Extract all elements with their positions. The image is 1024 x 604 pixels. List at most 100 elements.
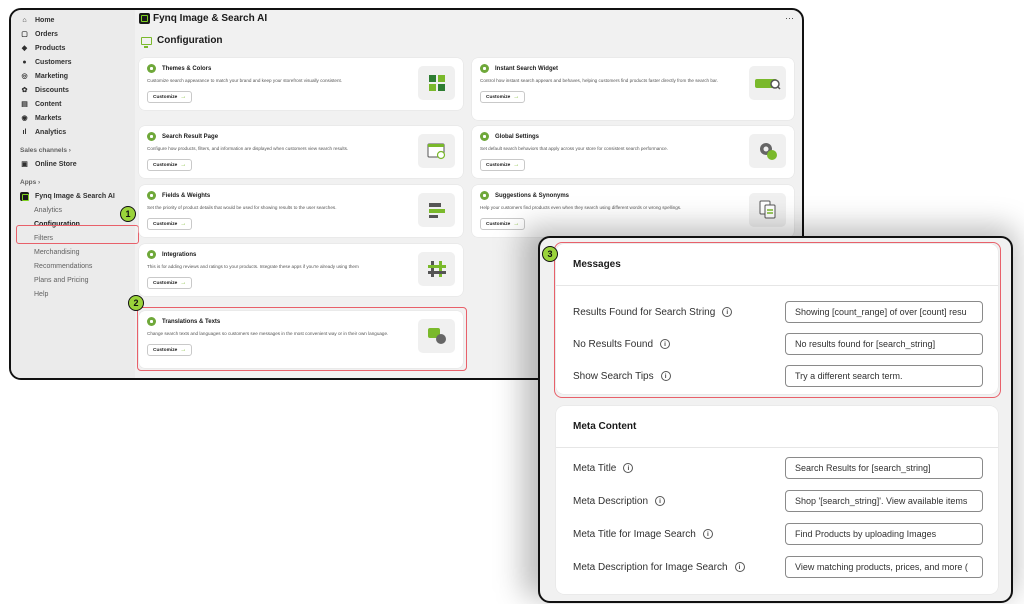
sidebar-item-label: Online Store — [35, 160, 77, 168]
card-instant-search-widget: Instant Search Widget Control how instan… — [472, 58, 794, 120]
app-logo-icon — [139, 13, 150, 24]
meta-content-section: Meta Content Meta Title i Search Results … — [556, 406, 998, 594]
arrow-right-icon: → — [180, 221, 187, 227]
palette-icon — [147, 64, 156, 73]
customize-button[interactable]: Customize → — [480, 218, 526, 230]
page-title: Configuration — [141, 35, 223, 48]
arrow-right-icon: → — [180, 94, 187, 100]
customize-button[interactable]: Customize → — [147, 91, 193, 103]
discounts-icon: ✿ — [21, 87, 28, 94]
widget-icon — [480, 64, 489, 73]
orders-icon: ▢ — [21, 31, 28, 38]
sidebar-item-online-store[interactable]: ▣ Online Store — [11, 157, 135, 171]
meta-title-image-input[interactable]: Find Products by uploading Images — [785, 523, 983, 545]
sidebar: ⌂ Home ▢ Orders ◆ Products ● Customers ◎ Mark… — [11, 10, 135, 378]
card-fields-weights: Fields & Weights Set the priority of pro… — [139, 185, 463, 237]
arrow-right-icon: → — [180, 162, 187, 168]
sidebar-item-marketing[interactable]: ◎ Marketing — [11, 69, 135, 83]
customize-button[interactable]: Customize → — [480, 159, 526, 171]
callout-badge-3: 3 — [542, 246, 558, 262]
weights-icon — [147, 191, 156, 200]
sidebar-sub-recommendations[interactable]: Recommendations — [11, 259, 135, 273]
sidebar-sub-plans-pricing[interactable]: Plans and Pricing — [11, 273, 135, 287]
app-title: Fynq Image & Search AI — [153, 13, 268, 24]
arrow-right-icon: → — [513, 221, 520, 227]
customers-icon: ● — [22, 58, 27, 66]
chevron-right-icon: › — [66, 147, 71, 154]
callout-badge-1: 1 — [120, 206, 136, 222]
products-icon: ◆ — [21, 45, 28, 52]
meta-row: Meta Title for Image Search i Find Produc… — [573, 522, 983, 546]
sidebar-item-content[interactable]: ▤ Content — [11, 97, 135, 111]
chevron-right-icon: › — [36, 179, 41, 186]
marketing-icon: ◎ — [21, 73, 28, 80]
content-icon: ▤ — [21, 101, 28, 108]
meta-row: Meta Description for Image Search i View … — [573, 555, 983, 579]
field-label: Meta Description — [573, 495, 649, 507]
sidebar-sub-merchandising[interactable]: Merchandising — [11, 245, 135, 259]
arrow-right-icon: → — [513, 162, 520, 168]
field-label: Meta Title for Image Search — [573, 528, 696, 540]
info-icon[interactable]: i — [655, 496, 666, 506]
meta-content-heading: Meta Content — [556, 406, 998, 448]
sidebar-item-label: Discounts — [35, 86, 69, 94]
field-label: Meta Description for Image Search — [573, 561, 728, 573]
sidebar-item-orders[interactable]: ▢ Orders — [11, 27, 135, 41]
card-themes-colors: Themes & Colors Customize search appeara… — [139, 58, 463, 110]
customize-button[interactable]: Customize → — [147, 277, 193, 289]
info-icon[interactable]: i — [623, 463, 634, 473]
analytics-icon: ıl — [22, 128, 27, 136]
meta-description-image-input[interactable]: View matching products, prices, and more… — [785, 556, 983, 578]
store-icon: ▣ — [21, 161, 28, 168]
messages-highlight — [554, 242, 1001, 398]
sales-channels-heading[interactable]: Sales channels › — [11, 139, 135, 157]
fields-weights-thumbnail-icon — [418, 193, 455, 227]
integrations-thumbnail-icon — [418, 252, 455, 286]
app-logo-icon — [20, 191, 29, 201]
meta-title-input[interactable]: Search Results for [search_string] — [785, 457, 983, 479]
customize-button[interactable]: Customize → — [480, 91, 526, 103]
customize-button[interactable]: Customize → — [147, 159, 193, 171]
integrations-icon — [147, 250, 156, 259]
sidebar-item-markets[interactable]: ◉ Markets — [11, 111, 135, 125]
sidebar-item-label: Fynq Image & Search AI — [35, 192, 115, 200]
suggestions-thumbnail-icon — [749, 193, 786, 227]
sidebar-item-label: Home — [35, 16, 55, 24]
sidebar-item-discounts[interactable]: ✿ Discounts — [11, 83, 135, 97]
arrow-right-icon: → — [180, 280, 187, 286]
sidebar-item-label: Content — [35, 100, 62, 108]
info-icon[interactable]: i — [734, 562, 745, 572]
sidebar-item-customers[interactable]: ● Customers — [11, 55, 135, 69]
sidebar-sub-analytics[interactable]: Analytics — [11, 203, 135, 217]
more-actions-icon[interactable]: ··· — [785, 13, 794, 23]
home-icon: ⌂ — [22, 16, 27, 24]
field-label: Meta Title — [573, 462, 617, 474]
configuration-highlight — [16, 225, 139, 244]
sidebar-item-label: Markets — [35, 114, 62, 122]
customize-button[interactable]: Customize → — [147, 218, 193, 230]
markets-icon: ◉ — [21, 115, 28, 122]
monitor-icon — [141, 36, 152, 48]
card-integrations: Integrations This is for adding reviews … — [139, 244, 463, 296]
sidebar-item-label: Marketing — [35, 72, 69, 80]
zoomed-settings-panel: Messages Results Found for Search String… — [538, 236, 1013, 603]
meta-description-input[interactable]: Shop '[search_string]'. View available i… — [785, 490, 983, 512]
themes-thumbnail-icon — [418, 66, 455, 100]
sidebar-item-analytics[interactable]: ıl Analytics — [11, 125, 135, 139]
sidebar-item-app[interactable]: Fynq Image & Search AI — [11, 189, 135, 203]
sidebar-sub-help[interactable]: Help — [11, 287, 135, 301]
instant-search-thumbnail-icon — [749, 66, 786, 100]
card-search-result-page: Search Result Page Configure how product… — [139, 126, 463, 178]
results-page-icon — [147, 132, 156, 141]
settings-icon — [480, 132, 489, 141]
sidebar-item-label: Analytics — [35, 128, 67, 136]
app-header: Fynq Image & Search AI — [139, 13, 267, 24]
search-result-thumbnail-icon — [418, 134, 455, 168]
global-settings-thumbnail-icon — [749, 134, 786, 168]
info-icon[interactable]: i — [702, 529, 713, 539]
meta-row: Meta Title i Search Results for [search_s… — [573, 456, 983, 480]
sidebar-item-products[interactable]: ◆ Products — [11, 41, 135, 55]
callout-badge-2: 2 — [128, 295, 144, 311]
apps-heading[interactable]: Apps › — [11, 171, 135, 189]
sidebar-item-home[interactable]: ⌂ Home — [11, 13, 135, 27]
